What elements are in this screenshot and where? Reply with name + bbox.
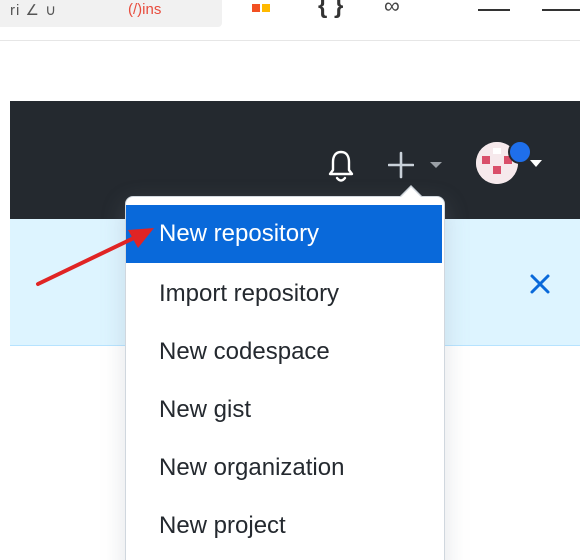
menu-item-new-gist[interactable]: New gist bbox=[126, 382, 442, 438]
address-bar[interactable]: ri ∠ ∪ (/)ins bbox=[0, 0, 222, 27]
minimize-icon[interactable] bbox=[542, 9, 580, 11]
minimize-icon[interactable] bbox=[478, 9, 510, 11]
annotation-arrow-icon bbox=[36, 228, 154, 286]
windows-icon[interactable] bbox=[252, 4, 270, 14]
menu-item-new-project[interactable]: New project bbox=[126, 498, 442, 554]
menu-item-new-repository[interactable]: New repository bbox=[126, 205, 442, 263]
screenshot-root: ri ∠ ∪ (/)ins { } ∞ New repository Impor… bbox=[0, 0, 580, 560]
address-text: ri ∠ ∪ bbox=[10, 2, 58, 19]
caret-down-icon[interactable] bbox=[430, 162, 442, 168]
braces-icon[interactable]: { } bbox=[318, 0, 343, 20]
dropdown-pointer-inner bbox=[401, 187, 421, 197]
infinity-icon[interactable]: ∞ bbox=[384, 0, 400, 19]
browser-toolbar: ri ∠ ∪ (/)ins { } ∞ bbox=[0, 0, 580, 41]
address-text-red: (/)ins bbox=[128, 1, 162, 18]
menu-item-import-repository[interactable]: Import repository bbox=[126, 266, 442, 322]
caret-down-icon[interactable] bbox=[530, 160, 542, 167]
menu-item-new-codespace[interactable]: New codespace bbox=[126, 324, 442, 380]
menu-item-new-organization[interactable]: New organization bbox=[126, 440, 442, 496]
close-icon[interactable] bbox=[528, 272, 552, 296]
bell-icon[interactable] bbox=[326, 146, 356, 186]
status-dot bbox=[508, 140, 532, 164]
plus-icon[interactable] bbox=[388, 150, 414, 180]
